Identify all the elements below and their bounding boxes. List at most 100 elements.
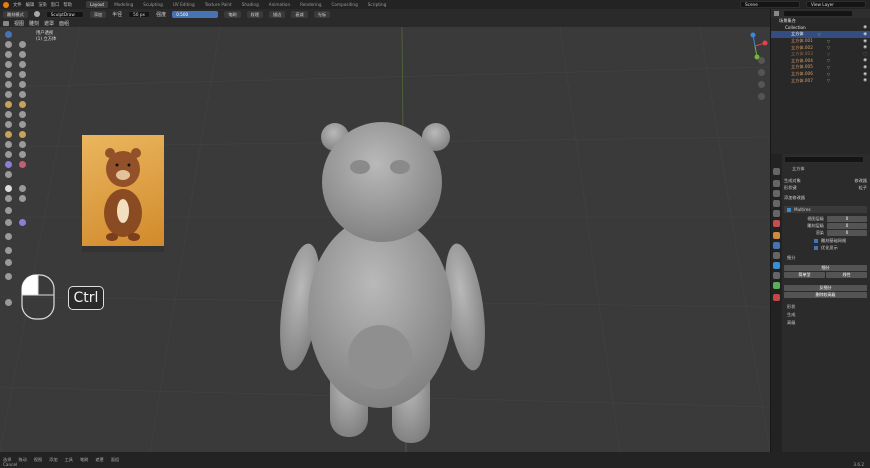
- tab-render-icon[interactable]: [773, 180, 780, 187]
- tool-box-hide-icon[interactable]: [19, 185, 26, 192]
- menu-edit[interactable]: 编辑: [26, 2, 35, 8]
- view-menu-sculpt[interactable]: 雕刻: [29, 20, 39, 27]
- pan-icon[interactable]: [758, 69, 765, 76]
- menu-help[interactable]: 帮助: [63, 2, 72, 8]
- tab-tool-icon[interactable]: [773, 168, 780, 175]
- eye-icon[interactable]: ◉: [863, 45, 867, 50]
- tool-annotate-icon[interactable]: [5, 299, 12, 306]
- tab-uv-editing[interactable]: UV Editing: [169, 1, 199, 8]
- properties-search-input[interactable]: [784, 156, 864, 163]
- 3d-viewport[interactable]: 用户透视 (1) 立方体 Ctrl: [0, 27, 770, 452]
- view-layer-field[interactable]: View Layer: [806, 1, 866, 8]
- tool-mask-icon[interactable]: [19, 161, 26, 168]
- eye-hidden-icon[interactable]: ◌: [863, 52, 867, 57]
- outliner-item[interactable]: 立方体.007 ▽ ◉: [771, 77, 870, 84]
- tool-thumb-icon[interactable]: [19, 121, 26, 128]
- tool-cloth-icon[interactable]: [19, 151, 26, 158]
- menu-window[interactable]: 窗口: [51, 2, 60, 8]
- blender-logo-icon[interactable]: [3, 1, 9, 8]
- outliner-item[interactable]: 立方体.004 ▽ ◉: [771, 58, 870, 65]
- subdivide-section[interactable]: 细分: [784, 255, 867, 261]
- tab-particles-icon[interactable]: [773, 252, 780, 259]
- tool-rotate-icon[interactable]: [5, 141, 12, 148]
- tool-nudge-icon[interactable]: [19, 131, 26, 138]
- tool-crease-icon[interactable]: [19, 71, 26, 78]
- outliner-collection[interactable]: Collection ◉: [771, 25, 870, 32]
- tab-texture-paint[interactable]: Texture Paint: [201, 1, 236, 8]
- eye-icon[interactable]: ◉: [863, 39, 867, 44]
- prop-shape-keys-label[interactable]: 形状键: [784, 185, 797, 191]
- menu-texture[interactable]: 纹理: [246, 10, 263, 18]
- zoom-icon[interactable]: [758, 57, 765, 64]
- strength-slider[interactable]: 0.500: [172, 10, 219, 18]
- subdivide-button[interactable]: 细分: [784, 265, 867, 271]
- tool-draw-icon[interactable]: [5, 31, 12, 38]
- field-value[interactable]: 0: [827, 216, 867, 222]
- tab-data-icon[interactable]: [773, 282, 780, 289]
- tool-boundary-icon[interactable]: [5, 151, 12, 158]
- add-modifier-button[interactable]: 添加修改器: [784, 195, 805, 201]
- tool-smooth-icon[interactable]: [5, 81, 12, 88]
- tab-modifier-icon[interactable]: [773, 242, 780, 249]
- menu-falloff[interactable]: 衰减: [291, 10, 308, 18]
- tab-material-icon[interactable]: [773, 294, 780, 301]
- tool-multiplane-icon[interactable]: [5, 101, 12, 108]
- tab-shading[interactable]: Shading: [238, 1, 263, 8]
- tool-line-project-icon[interactable]: [5, 207, 12, 214]
- outliner-item[interactable]: 立方体.002 ▽ ◉: [771, 44, 870, 51]
- eye-icon[interactable]: ◉: [863, 58, 867, 63]
- editor-type-icon[interactable]: [3, 20, 9, 26]
- tab-scene-icon[interactable]: [773, 210, 780, 217]
- prop-particles-label[interactable]: 粒子: [859, 185, 867, 191]
- tool-clay-thumb-icon[interactable]: [19, 51, 26, 58]
- tab-animation[interactable]: Animation: [265, 1, 294, 8]
- tab-world-icon[interactable]: [773, 220, 780, 227]
- outliner-search-input[interactable]: [783, 10, 853, 17]
- linear-button[interactable]: 线性: [826, 272, 867, 278]
- checkbox[interactable]: [814, 246, 818, 250]
- menu-render[interactable]: 渲染: [38, 2, 47, 8]
- subsection-shape[interactable]: 形状: [784, 304, 867, 310]
- tool-elastic-icon[interactable]: [19, 111, 26, 118]
- tab-sculpting[interactable]: Sculpting: [139, 1, 167, 8]
- mode-selector[interactable]: 雕刻模式: [3, 10, 28, 18]
- subsection-advanced[interactable]: 高级: [784, 320, 867, 326]
- tool-flatten-icon[interactable]: [19, 81, 26, 88]
- tab-physics-icon[interactable]: [773, 262, 780, 269]
- sculpt-mesh[interactable]: [0, 27, 770, 452]
- tool-box-mask-icon[interactable]: [5, 185, 12, 192]
- tool-cloth-filter-icon[interactable]: [19, 219, 26, 226]
- tool-color-filter-icon[interactable]: [5, 233, 12, 240]
- brush-name-field[interactable]: SculptDraw: [45, 10, 84, 18]
- blend-mode-selector[interactable]: 添加: [89, 10, 107, 18]
- tool-fill-icon[interactable]: [5, 91, 12, 98]
- tool-blob-icon[interactable]: [5, 71, 12, 78]
- eye-icon[interactable]: ◉: [863, 32, 867, 37]
- tool-edit-face-set-icon[interactable]: [5, 247, 12, 254]
- modifier-name-field[interactable]: Multires: [794, 207, 811, 212]
- menu-file[interactable]: 文件: [13, 2, 22, 8]
- view-menu-face-sets[interactable]: 面组: [59, 20, 69, 27]
- tool-slide-relax-icon[interactable]: [19, 141, 26, 148]
- tab-scripting[interactable]: Scripting: [364, 1, 391, 8]
- eye-icon[interactable]: ◉: [863, 65, 867, 70]
- eye-icon[interactable]: ◉: [863, 72, 867, 77]
- radius-field[interactable]: 50 px: [128, 10, 151, 18]
- tab-layout[interactable]: Layout: [85, 1, 109, 8]
- tool-draw-face-sets-icon[interactable]: [5, 171, 12, 178]
- tool-draw-sharp-icon[interactable]: [5, 41, 12, 48]
- prop-modifier-label[interactable]: 修改器: [854, 178, 867, 184]
- eye-icon[interactable]: ◉: [863, 25, 867, 30]
- brush-icon[interactable]: [33, 11, 40, 17]
- menu-cursor[interactable]: 光标: [313, 10, 331, 18]
- outliner-scene-collection[interactable]: 场景集合: [771, 18, 870, 25]
- menu-stroke[interactable]: 描边: [268, 10, 286, 18]
- field-value[interactable]: 0: [827, 230, 867, 236]
- camera-icon[interactable]: [758, 81, 765, 88]
- unsubdivide-button[interactable]: 反细分: [784, 285, 867, 291]
- tool-clay-strips-icon[interactable]: [5, 51, 12, 58]
- tool-simplify-icon[interactable]: [5, 161, 12, 168]
- outliner-editor-icon[interactable]: [774, 11, 779, 16]
- tab-compositing[interactable]: Compositing: [328, 1, 362, 8]
- tool-layer-icon[interactable]: [5, 61, 12, 68]
